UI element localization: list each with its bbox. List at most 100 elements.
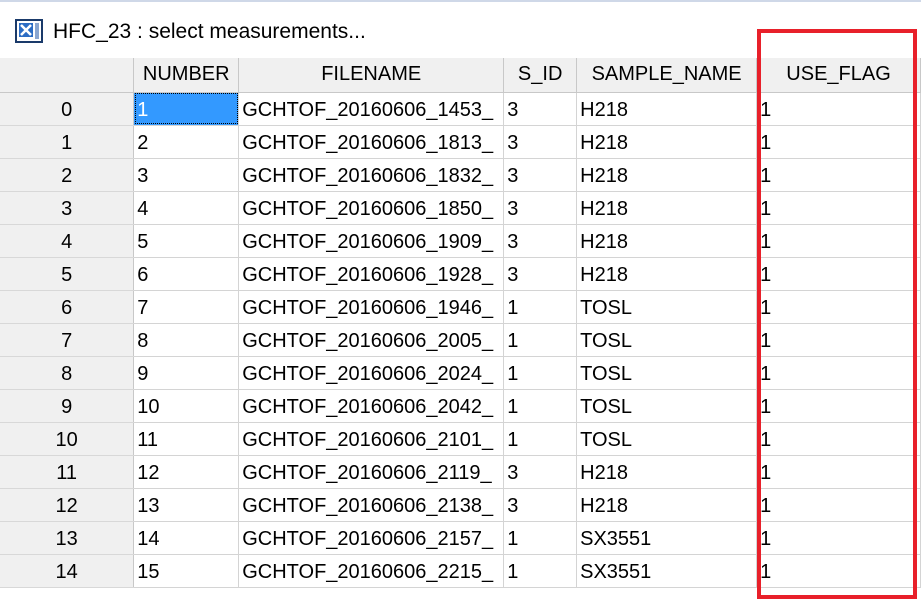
table-row[interactable]: 1 2 GCHTOF_20160606_1813_ 3 H218 1	[0, 125, 921, 159]
column-header-number[interactable]: NUMBER	[133, 58, 240, 93]
filename-cell[interactable]: GCHTOF_20160606_2042_	[238, 389, 505, 423]
s-id-cell[interactable]: 1	[503, 356, 578, 390]
filename-cell[interactable]: GCHTOF_20160606_1850_	[238, 191, 505, 225]
filename-cell[interactable]: GCHTOF_20160606_2101_	[238, 422, 505, 456]
s-id-cell[interactable]: 3	[503, 125, 578, 159]
table-row[interactable]: 11 12 GCHTOF_20160606_2119_ 3 H218 1	[0, 455, 921, 489]
sample-name-cell[interactable]: H218	[576, 257, 758, 291]
row-header[interactable]: 12	[0, 488, 135, 522]
filename-cell[interactable]: GCHTOF_20160606_1453_	[238, 92, 505, 126]
table-row[interactable]: 8 9 GCHTOF_20160606_2024_ 1 TOSL 1	[0, 356, 921, 390]
use-flag-cell[interactable]: 1	[756, 191, 921, 225]
table-row[interactable]: 6 7 GCHTOF_20160606_1946_ 1 TOSL 1	[0, 290, 921, 324]
filename-cell[interactable]: GCHTOF_20160606_2024_	[238, 356, 505, 390]
s-id-cell[interactable]: 3	[503, 257, 578, 291]
row-header[interactable]: 6	[0, 290, 135, 324]
table-row[interactable]: 3 4 GCHTOF_20160606_1850_ 3 H218 1	[0, 191, 921, 225]
number-cell[interactable]: 9	[133, 356, 240, 390]
row-header[interactable]: 7	[0, 323, 135, 357]
use-flag-cell[interactable]: 1	[756, 455, 921, 489]
filename-cell[interactable]: GCHTOF_20160606_2157_	[238, 521, 505, 555]
number-cell[interactable]: 10	[133, 389, 240, 423]
number-cell[interactable]: 15	[133, 554, 240, 588]
number-cell[interactable]: 7	[133, 290, 240, 324]
number-cell[interactable]: 3	[133, 158, 240, 192]
table-row[interactable]: 13 14 GCHTOF_20160606_2157_ 1 SX3551 1	[0, 521, 921, 555]
number-cell[interactable]: 5	[133, 224, 240, 258]
table-row[interactable]: 4 5 GCHTOF_20160606_1909_ 3 H218 1	[0, 224, 921, 258]
s-id-cell[interactable]: 1	[503, 389, 578, 423]
table-row[interactable]: 10 11 GCHTOF_20160606_2101_ 1 TOSL 1	[0, 422, 921, 456]
number-cell[interactable]: 11	[133, 422, 240, 456]
s-id-cell[interactable]: 3	[503, 224, 578, 258]
filename-cell[interactable]: GCHTOF_20160606_1928_	[238, 257, 505, 291]
number-cell[interactable]: 2	[133, 125, 240, 159]
row-header[interactable]: 11	[0, 455, 135, 489]
use-flag-cell[interactable]: 1	[756, 158, 921, 192]
s-id-cell[interactable]: 3	[503, 191, 578, 225]
filename-cell[interactable]: GCHTOF_20160606_1813_	[238, 125, 505, 159]
column-header-s-id[interactable]: S_ID	[503, 58, 578, 93]
s-id-cell[interactable]: 3	[503, 158, 578, 192]
number-cell[interactable]: 14	[133, 521, 240, 555]
row-header[interactable]: 9	[0, 389, 135, 423]
use-flag-cell[interactable]: 1	[756, 257, 921, 291]
number-cell[interactable]: 6	[133, 257, 240, 291]
filename-cell[interactable]: GCHTOF_20160606_1946_	[238, 290, 505, 324]
column-header-filename[interactable]: FILENAME	[238, 58, 505, 93]
sample-name-cell[interactable]: H218	[576, 158, 758, 192]
sample-name-cell[interactable]: H218	[576, 224, 758, 258]
sample-name-cell[interactable]: H218	[576, 488, 758, 522]
sample-name-cell[interactable]: TOSL	[576, 356, 758, 390]
sample-name-cell[interactable]: TOSL	[576, 290, 758, 324]
use-flag-cell[interactable]: 1	[756, 554, 921, 588]
table-row[interactable]: 5 6 GCHTOF_20160606_1928_ 3 H218 1	[0, 257, 921, 291]
sample-name-cell[interactable]: H218	[576, 92, 758, 126]
number-cell[interactable]: 13	[133, 488, 240, 522]
use-flag-cell[interactable]: 1	[756, 521, 921, 555]
s-id-cell[interactable]: 1	[503, 554, 578, 588]
filename-cell[interactable]: GCHTOF_20160606_1832_	[238, 158, 505, 192]
use-flag-cell[interactable]: 1	[756, 125, 921, 159]
sample-name-cell[interactable]: TOSL	[576, 422, 758, 456]
sample-name-cell[interactable]: SX3551	[576, 521, 758, 555]
row-header[interactable]: 14	[0, 554, 135, 588]
row-header[interactable]: 3	[0, 191, 135, 225]
row-header[interactable]: 5	[0, 257, 135, 291]
s-id-cell[interactable]: 1	[503, 290, 578, 324]
s-id-cell[interactable]: 1	[503, 422, 578, 456]
table-row[interactable]: 0 1 GCHTOF_20160606_1453_ 3 H218 1	[0, 92, 921, 126]
sample-name-cell[interactable]: H218	[576, 191, 758, 225]
sample-name-cell[interactable]: TOSL	[576, 389, 758, 423]
table-row[interactable]: 14 15 GCHTOF_20160606_2215_ 1 SX3551 1	[0, 554, 921, 588]
use-flag-cell[interactable]: 1	[756, 389, 921, 423]
filename-cell[interactable]: GCHTOF_20160606_2138_	[238, 488, 505, 522]
number-cell[interactable]: 1	[133, 92, 240, 126]
use-flag-cell[interactable]: 1	[756, 488, 921, 522]
filename-cell[interactable]: GCHTOF_20160606_2119_	[238, 455, 505, 489]
table-row[interactable]: 7 8 GCHTOF_20160606_2005_ 1 TOSL 1	[0, 323, 921, 357]
s-id-cell[interactable]: 3	[503, 488, 578, 522]
s-id-cell[interactable]: 1	[503, 323, 578, 357]
s-id-cell[interactable]: 3	[503, 455, 578, 489]
corner-header[interactable]	[0, 58, 135, 93]
sample-name-cell[interactable]: SX3551	[576, 554, 758, 588]
use-flag-cell[interactable]: 1	[756, 224, 921, 258]
s-id-cell[interactable]: 3	[503, 92, 578, 126]
row-header[interactable]: 8	[0, 356, 135, 390]
sample-name-cell[interactable]: TOSL	[576, 323, 758, 357]
row-header[interactable]: 4	[0, 224, 135, 258]
number-cell[interactable]: 12	[133, 455, 240, 489]
table-row[interactable]: 2 3 GCHTOF_20160606_1832_ 3 H218 1	[0, 158, 921, 192]
row-header[interactable]: 10	[0, 422, 135, 456]
number-cell[interactable]: 8	[133, 323, 240, 357]
row-header[interactable]: 2	[0, 158, 135, 192]
app-icon[interactable]	[15, 19, 43, 43]
sample-name-cell[interactable]: H218	[576, 125, 758, 159]
use-flag-cell[interactable]: 1	[756, 323, 921, 357]
filename-cell[interactable]: GCHTOF_20160606_2005_	[238, 323, 505, 357]
use-flag-cell[interactable]: 1	[756, 290, 921, 324]
row-header[interactable]: 1	[0, 125, 135, 159]
filename-cell[interactable]: GCHTOF_20160606_2215_	[238, 554, 505, 588]
use-flag-cell[interactable]: 1	[756, 92, 921, 126]
